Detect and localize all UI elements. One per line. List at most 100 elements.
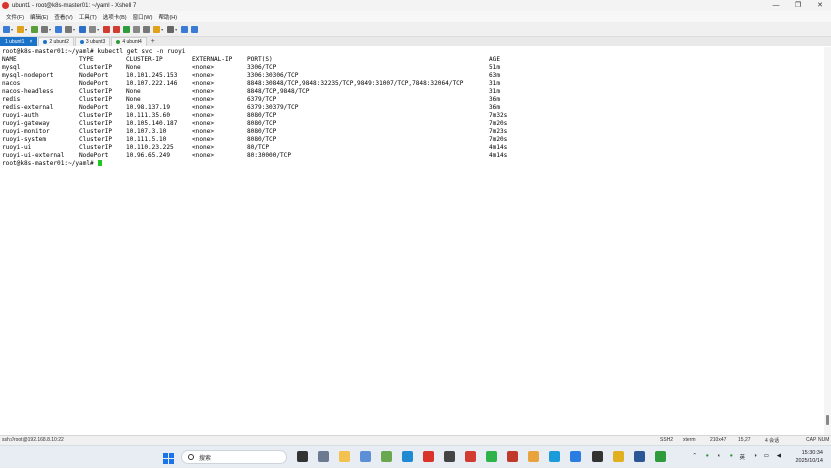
terminal-scrollbar[interactable]	[824, 47, 831, 435]
fullscreen-icon[interactable]	[123, 25, 131, 33]
taskbar-search-box[interactable]: 搜索	[181, 450, 287, 464]
chevron-down-icon[interactable]: ▾	[73, 27, 75, 32]
tab-ubunt2[interactable]: 2 ubunt2	[38, 37, 74, 46]
new-session-icon[interactable]	[3, 25, 10, 33]
file-explorer-icon[interactable]	[339, 451, 350, 462]
ime-indicator[interactable]: 英	[739, 453, 745, 461]
task-view-icon[interactable]	[297, 451, 308, 462]
open-folder-icon[interactable]	[17, 25, 25, 33]
wechat-icon[interactable]	[486, 451, 497, 462]
word-icon[interactable]	[634, 451, 645, 462]
terminal-output[interactable]: root@k8s-master01:~/yaml# kubectl get sv…	[0, 47, 824, 435]
menu-view[interactable]: 查看(V)	[54, 13, 72, 21]
service-row: mysql-nodeport NodePort 10.101.245.153 <non…	[2, 72, 822, 80]
record-icon[interactable]	[103, 25, 111, 33]
window-title: ubunt1 - root@k8s-master01: ~/yaml - Xsh…	[12, 2, 137, 9]
compose-icon[interactable]	[153, 25, 161, 33]
lock-icon[interactable]	[133, 25, 141, 33]
chat-tray-icon[interactable]: ●	[730, 453, 733, 459]
svc-type: ClusterIP	[79, 64, 113, 71]
network-icon[interactable]: ▭	[764, 453, 769, 459]
menu-tools[interactable]: 工具(T)	[79, 13, 97, 21]
chevron-down-icon[interactable]: ▾	[175, 27, 177, 32]
svc-name: nacos-headless	[2, 88, 54, 95]
shell-prompt: root@k8s-master01:~/yaml#	[2, 160, 103, 168]
menu-edit[interactable]: 编辑(E)	[30, 13, 48, 21]
tab-close-icon[interactable]: ×	[29, 38, 32, 46]
chat-icon[interactable]	[191, 25, 199, 33]
svc-name: ruoyi-monitor	[2, 128, 50, 135]
keyboard-icon[interactable]	[143, 25, 151, 33]
svc-type: NodePort	[79, 72, 109, 79]
headset-icon[interactable]: ◐	[718, 453, 721, 459]
app-icon[interactable]	[444, 451, 455, 462]
bluetooth-app-icon[interactable]	[360, 451, 371, 462]
svc-type: ClusterIP	[79, 136, 113, 143]
edge-icon[interactable]	[549, 451, 560, 462]
settings-icon[interactable]	[65, 25, 73, 33]
menu-window[interactable]: 窗口(W)	[133, 13, 153, 21]
svc-age: 36m	[489, 104, 501, 111]
help-icon[interactable]	[181, 25, 189, 33]
svc-age: 7m20s	[489, 136, 508, 143]
app-icon[interactable]	[613, 451, 624, 462]
tab-label: 3 ubunt3	[85, 39, 106, 45]
wechat-tray-icon[interactable]: ●	[706, 453, 709, 459]
svc-name: redis	[2, 96, 21, 103]
svc-ports: 8080/TCP	[247, 120, 277, 127]
new-tab-button[interactable]: +	[151, 38, 155, 46]
service-row: ruoyi-gateway ClusterIP 10.105.140.187 <non…	[2, 120, 822, 128]
service-row: ruoyi-monitor ClusterIP 10.107.3.10 <none> 8…	[2, 128, 822, 136]
svc-external-ip: <none>	[192, 96, 215, 103]
chevron-down-icon[interactable]: ▾	[161, 27, 163, 32]
app-icon[interactable]	[381, 451, 392, 462]
vscode-icon[interactable]	[402, 451, 413, 462]
svc-external-ip: <none>	[192, 128, 215, 135]
globe-icon[interactable]	[79, 25, 87, 33]
scrollbar-thumb[interactable]	[826, 415, 829, 425]
app-icon[interactable]	[570, 451, 581, 462]
svc-cluster-ip: None	[126, 88, 141, 95]
xftp-icon[interactable]	[113, 25, 121, 33]
app-icon[interactable]	[465, 451, 476, 462]
svc-type: ClusterIP	[79, 88, 113, 95]
svc-cluster-ip: 10.98.137.19	[126, 104, 171, 111]
chevron-down-icon[interactable]: ▾	[97, 27, 99, 32]
app-icon[interactable]	[592, 451, 603, 462]
tab-ubunt4[interactable]: 4 ubunt4	[111, 37, 147, 46]
header-cluster-ip: CLUSTER-IP	[126, 56, 163, 63]
reconnect-icon[interactable]	[31, 25, 39, 33]
protocol-status: SSH2	[660, 437, 674, 443]
settings-app-icon[interactable]	[318, 451, 329, 462]
find-icon[interactable]	[55, 25, 63, 33]
chevron-down-icon[interactable]: ▾	[25, 27, 27, 32]
svc-age: 63m	[489, 72, 501, 79]
volume-icon[interactable]: ◀	[777, 453, 781, 459]
chrome-icon[interactable]	[528, 451, 539, 462]
layout-icon[interactable]	[167, 25, 175, 33]
menu-file[interactable]: 文件(F)	[6, 13, 24, 21]
copy-icon[interactable]	[41, 25, 49, 33]
menu-tabs[interactable]: 选项卡(B)	[103, 13, 127, 21]
xshell-taskbar-icon[interactable]	[423, 451, 434, 462]
tab-ubunt3[interactable]: 3 ubunt3	[74, 37, 111, 46]
tab-ubunt1[interactable]: 1 ubunt1 ×	[0, 37, 38, 46]
maximize-button[interactable]: ❐	[787, 0, 809, 11]
chat-app-icon[interactable]	[655, 451, 666, 462]
tab-label: 2 ubunt2	[49, 39, 69, 45]
minimize-button[interactable]: —	[765, 0, 787, 11]
ime-mode-icon[interactable]: ◑	[754, 453, 757, 459]
menu-help[interactable]: 帮助(H)	[158, 13, 177, 21]
close-button[interactable]: ✕	[809, 0, 831, 11]
taskbar-clock[interactable]: 15:30:34 2025/10/14	[795, 449, 823, 465]
svc-external-ip: <none>	[192, 88, 215, 95]
prompt-text: root@k8s-master01:~/yaml#	[2, 160, 98, 167]
chevron-up-icon[interactable]: ⌃	[692, 453, 697, 459]
script-icon[interactable]	[89, 25, 97, 33]
start-icon[interactable]	[163, 451, 174, 464]
svc-age: 4m14s	[489, 152, 508, 159]
chevron-down-icon[interactable]: ▾	[11, 27, 13, 32]
chevron-down-icon[interactable]: ▾	[49, 27, 51, 32]
app-icon[interactable]	[507, 451, 518, 462]
title-bar: ubunt1 - root@k8s-master01: ~/yaml - Xsh…	[0, 0, 831, 11]
